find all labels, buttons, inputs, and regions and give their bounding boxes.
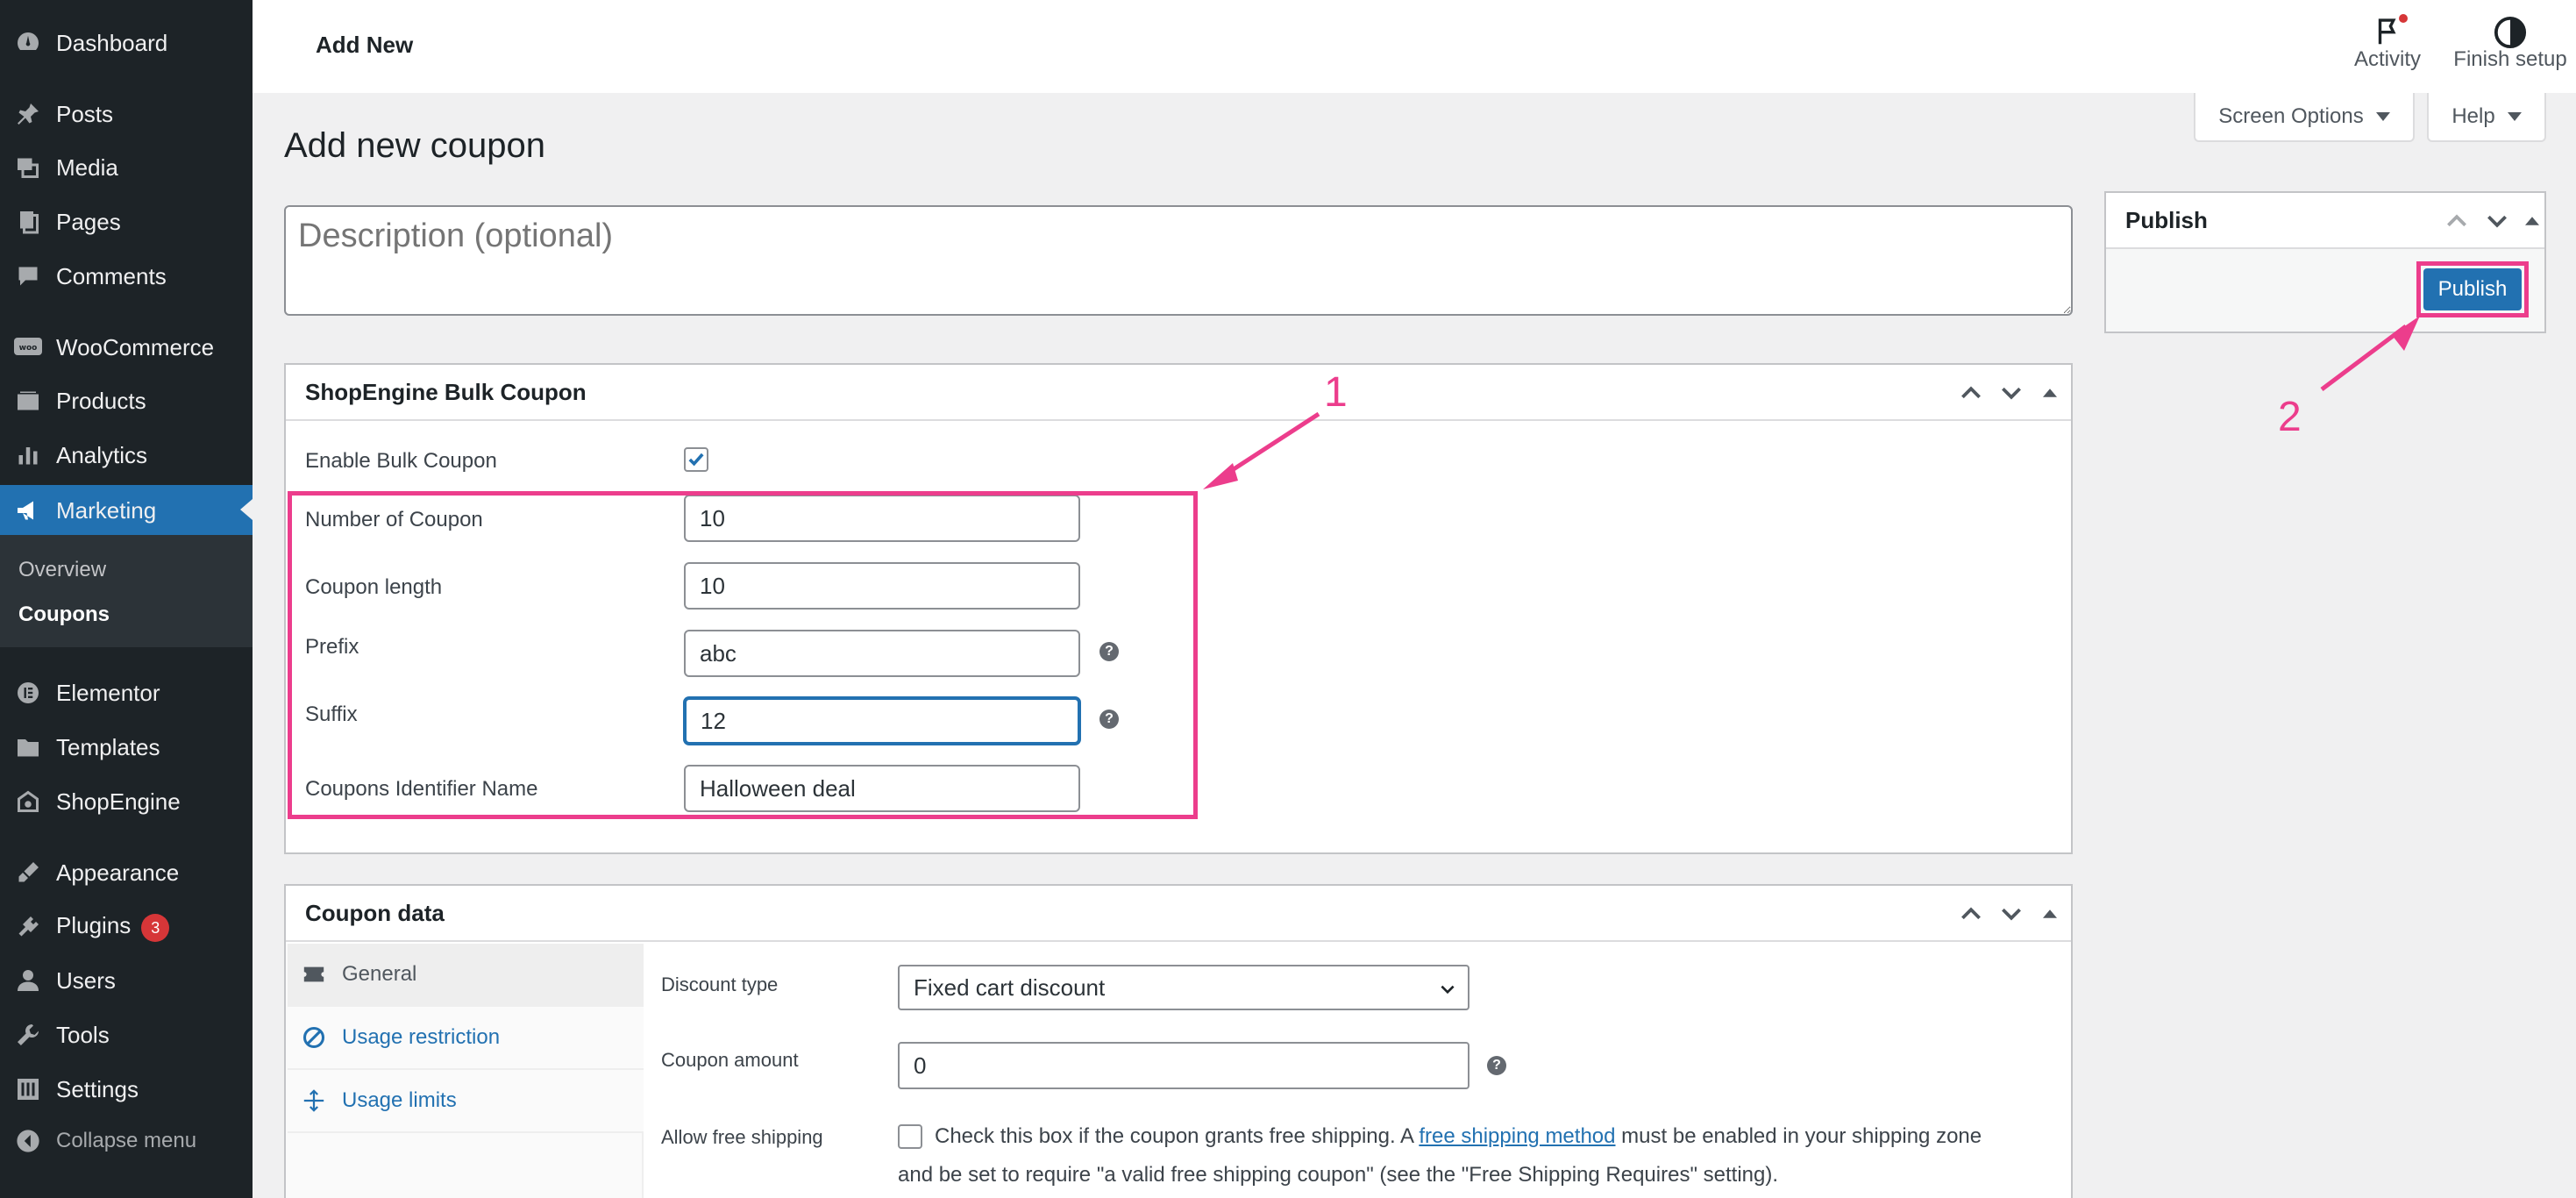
annotation-overlay (1203, 316, 2420, 489)
arrowhead-icon (1203, 463, 1238, 489)
annotation-number-1: 1 (1324, 369, 1348, 416)
arrowhead-icon (2392, 316, 2420, 351)
annotation-number-2: 2 (2278, 394, 2302, 440)
